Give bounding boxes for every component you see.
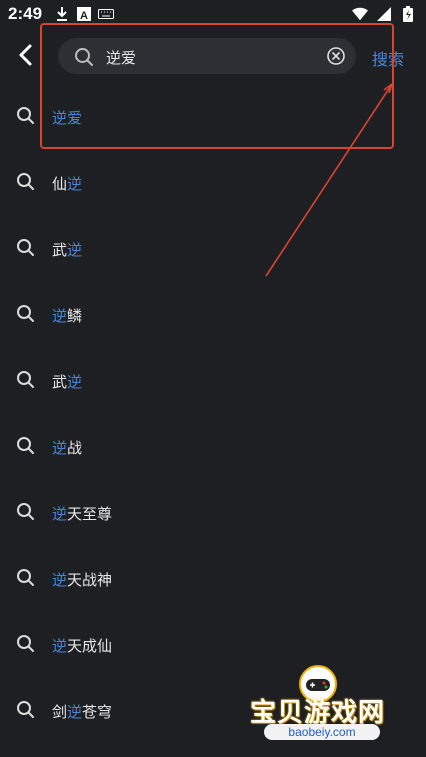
suggestion-text: 逆天成仙 bbox=[52, 635, 112, 656]
suggestion-prefix: 武 bbox=[52, 240, 68, 259]
watermark-url: baobeiy.com bbox=[264, 724, 380, 740]
suggestion-item[interactable]: 逆战 bbox=[0, 414, 426, 480]
suggestion-text: 仙逆 bbox=[52, 173, 82, 194]
suggestion-text: 逆战 bbox=[52, 437, 82, 458]
status-bar: 2:49 A bbox=[0, 0, 426, 28]
suggestion-text: 逆爱 bbox=[52, 107, 82, 128]
download-icon bbox=[54, 6, 70, 22]
search-icon bbox=[17, 635, 34, 652]
search-input[interactable] bbox=[104, 42, 328, 72]
search-icon bbox=[17, 371, 34, 388]
svg-text:A: A bbox=[80, 10, 88, 21]
suggestion-item[interactable]: 武逆 bbox=[0, 348, 426, 414]
suggestion-suffix: 天至尊 bbox=[67, 504, 113, 523]
suggestion-text: 剑逆苍穹 bbox=[52, 701, 112, 722]
suggestion-match: 逆 bbox=[52, 438, 68, 457]
signal-icon bbox=[376, 6, 392, 22]
battery-icon bbox=[400, 6, 416, 22]
back-button[interactable] bbox=[10, 40, 40, 70]
suggestion-match: 逆 bbox=[67, 174, 83, 193]
search-icon bbox=[17, 305, 34, 322]
suggestion-item[interactable]: 武逆 bbox=[0, 216, 426, 282]
search-icon bbox=[17, 701, 34, 718]
suggestion-text: 武逆 bbox=[52, 239, 82, 260]
suggestion-match: 逆 bbox=[67, 372, 83, 391]
suggestion-match: 逆 bbox=[52, 306, 68, 325]
search-button[interactable]: 搜索 bbox=[372, 46, 404, 70]
search-icon bbox=[17, 437, 34, 454]
search-icon bbox=[17, 239, 34, 256]
suggestion-prefix: 仙 bbox=[52, 174, 68, 193]
suggestion-text: 逆天至尊 bbox=[52, 503, 112, 524]
search-icon bbox=[17, 569, 34, 586]
notification-icons: A bbox=[54, 6, 114, 22]
suggestion-item[interactable]: 仙逆 bbox=[0, 150, 426, 216]
search-icon bbox=[17, 173, 34, 190]
suggestion-suffix: 天战神 bbox=[67, 570, 113, 589]
suggestion-item[interactable]: 逆天战神 bbox=[0, 546, 426, 612]
search-bar bbox=[58, 38, 356, 74]
wifi-icon bbox=[352, 6, 368, 22]
status-time: 2:49 bbox=[8, 4, 43, 23]
suggestion-text: 武逆 bbox=[52, 371, 82, 392]
suggestion-suffix: 战 bbox=[67, 438, 83, 457]
suggestion-suffix: 天成仙 bbox=[67, 636, 113, 655]
clear-icon[interactable] bbox=[326, 46, 346, 66]
suggestion-suffix: 鳞 bbox=[67, 306, 83, 325]
system-icons bbox=[352, 6, 416, 22]
keyboard-icon bbox=[98, 6, 114, 22]
suggestion-match: 逆 bbox=[67, 702, 83, 721]
suggestion-prefix: 武 bbox=[52, 372, 68, 391]
suggestion-item[interactable]: 逆爱 bbox=[0, 84, 426, 150]
suggestion-item[interactable]: 逆天至尊 bbox=[0, 480, 426, 546]
watermark: 宝贝游戏网 baobeiy.com bbox=[246, 664, 396, 754]
search-icon bbox=[75, 48, 93, 66]
suggestion-match: 逆 bbox=[52, 504, 68, 523]
suggestion-prefix: 剑 bbox=[52, 702, 68, 721]
suggestion-match: 逆爱 bbox=[52, 108, 83, 127]
search-icon bbox=[17, 107, 34, 124]
suggestion-text: 逆鳞 bbox=[52, 305, 82, 326]
suggestion-match: 逆 bbox=[52, 636, 68, 655]
suggestion-text: 逆天战神 bbox=[52, 569, 112, 590]
suggestion-match: 逆 bbox=[67, 240, 83, 259]
suggestion-item[interactable]: 逆鳞 bbox=[0, 282, 426, 348]
suggestion-suffix: 苍穹 bbox=[82, 702, 113, 721]
search-icon bbox=[17, 503, 34, 520]
suggestion-list: 逆爱 仙逆 武逆 逆鳞 武逆 逆战 逆天至尊 逆天战神 逆天成仙 剑逆苍穹 bbox=[0, 84, 426, 744]
suggestion-match: 逆 bbox=[52, 570, 68, 589]
chevron-left-icon bbox=[19, 44, 32, 66]
font-a-icon: A bbox=[76, 6, 92, 22]
